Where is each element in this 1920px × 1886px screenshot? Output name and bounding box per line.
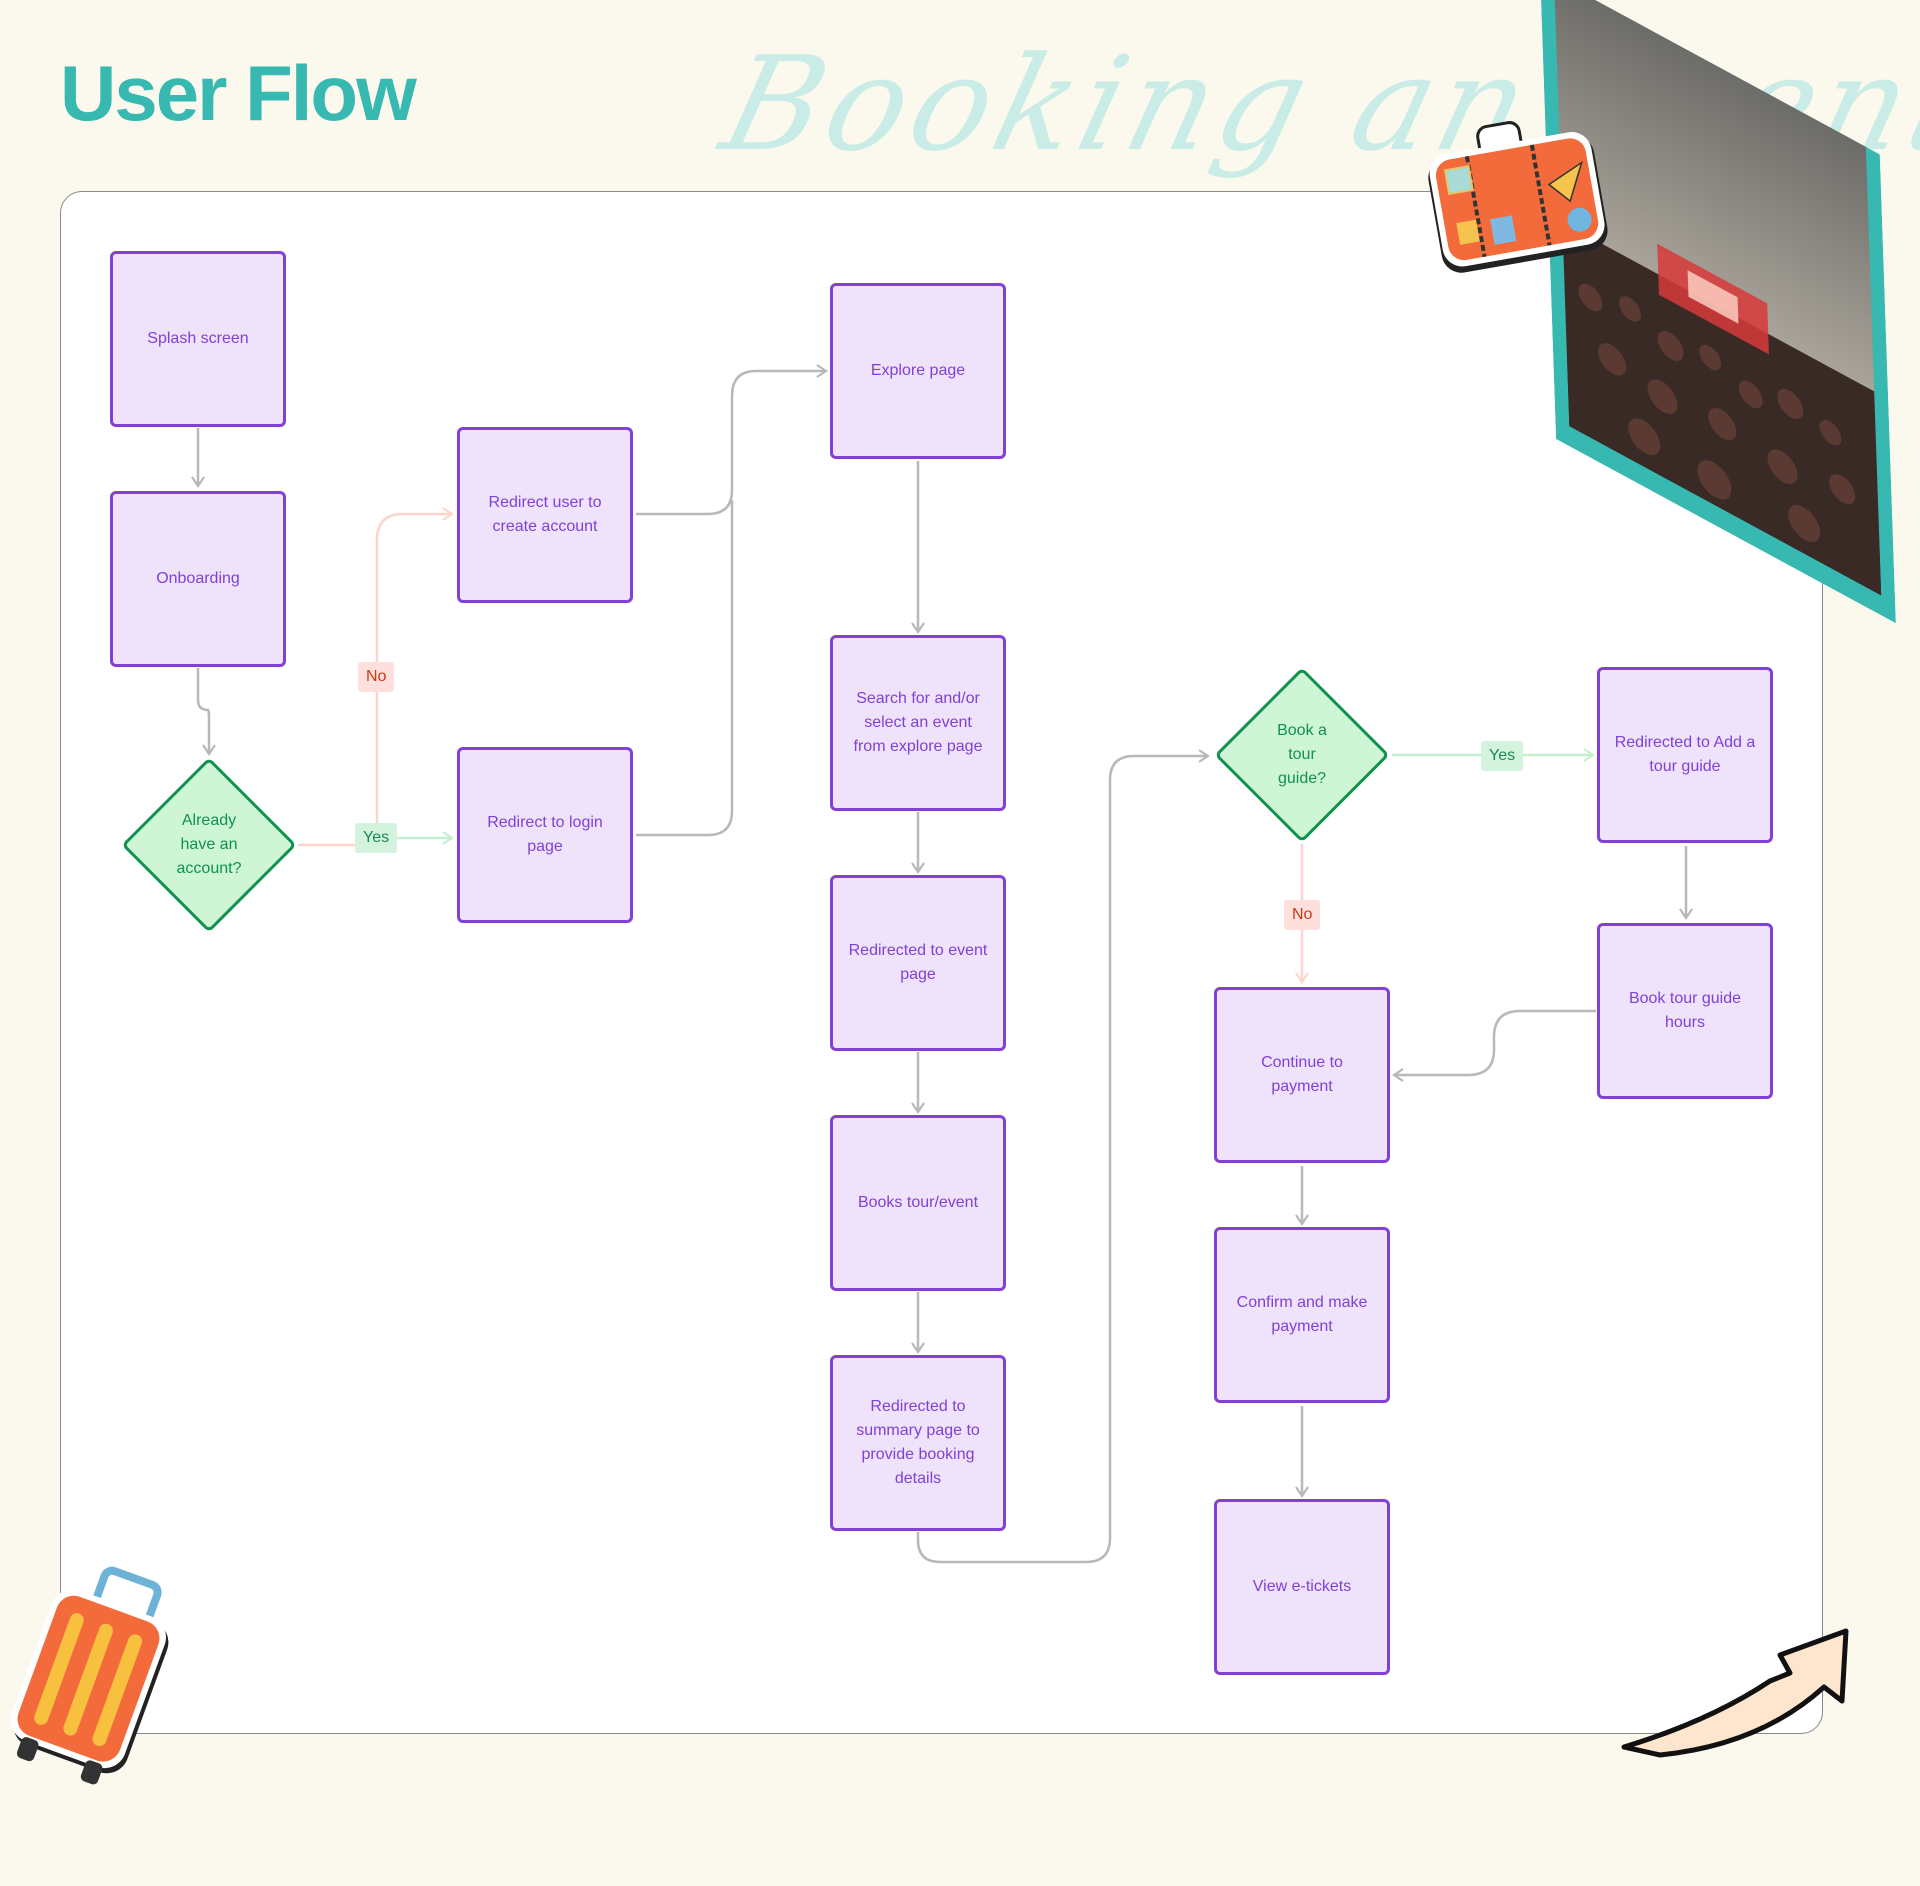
node-confirm-payment[interactable]: Confirm and make payment — [1214, 1227, 1390, 1403]
node-login[interactable]: Redirect to login page — [457, 747, 633, 923]
node-continue-payment[interactable]: Continue to payment — [1214, 987, 1390, 1163]
rolling-luggage-sticker-icon — [8, 1560, 178, 1790]
node-create-account[interactable]: Redirect user to create account — [457, 427, 633, 603]
decision-has-account[interactable]: Already have an account? — [121, 757, 297, 933]
node-tour-guide-hours[interactable]: Book tour guide hours — [1597, 923, 1773, 1099]
decision-label: Book a tour guide? — [1277, 722, 1327, 787]
node-search-event[interactable]: Search for and/or select an event from e… — [830, 635, 1006, 811]
node-books-tour[interactable]: Books tour/event — [830, 1115, 1006, 1291]
node-event-page[interactable]: Redirected to event page — [830, 875, 1006, 1051]
decision-tour-guide[interactable]: Book a tour guide? — [1214, 667, 1390, 843]
curved-arrow-sticker-icon — [1620, 1625, 1850, 1765]
node-summary-page[interactable]: Redirected to summary page to provide bo… — [830, 1355, 1006, 1531]
node-add-tour-guide[interactable]: Redirected to Add a tour guide — [1597, 667, 1773, 843]
branch-no-badge: No — [1284, 900, 1321, 930]
suitcase-sticker-icon — [1416, 104, 1619, 283]
branch-no-badge: No — [358, 662, 395, 692]
branch-yes-badge: Yes — [1481, 741, 1524, 771]
page-title: User Flow — [60, 49, 417, 137]
node-splash-screen[interactable]: Splash screen — [110, 251, 286, 427]
node-onboarding[interactable]: Onboarding — [110, 491, 286, 667]
node-explore-page[interactable]: Explore page — [830, 283, 1006, 459]
node-view-etickets[interactable]: View e-tickets — [1214, 1499, 1390, 1675]
branch-yes-badge: Yes — [355, 823, 398, 853]
decision-label: Already have an account? — [176, 812, 242, 877]
